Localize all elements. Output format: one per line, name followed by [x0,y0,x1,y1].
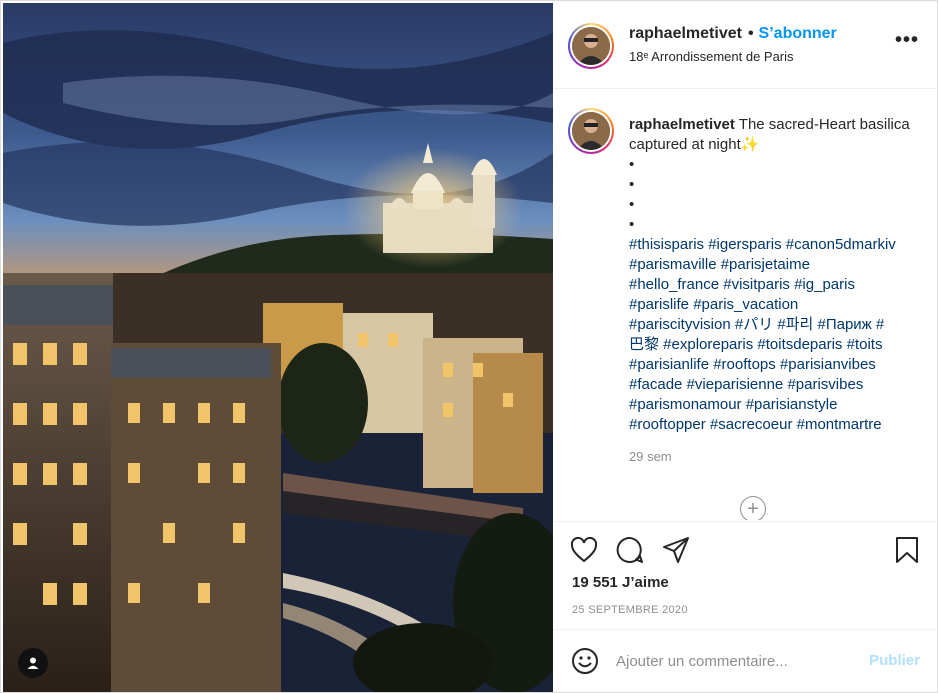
sparkles-emoji: ✨ [740,136,760,153]
sacre-coeur-night-photo [3,3,553,692]
location-link[interactable]: 18ᵉ Arrondissement de Paris [629,49,794,64]
user-line: raphaelmetivet • S’abonner [629,25,837,43]
caption-avatar[interactable] [568,108,614,154]
post-caption: raphaelmetivet The sacred-Heart basilica… [629,115,929,467]
post-actions: 19 551 J’aime 25 SEPTEMBRE 2020 [554,521,937,629]
likes-count[interactable]: 19 551 J’aime [572,574,669,591]
hashtags[interactable]: #thisisparis #igersparis #canon5dmarkiv … [629,235,929,435]
avatar[interactable] [568,23,614,69]
bullet-item: • [629,196,635,213]
post-date[interactable]: 25 SEPTEMBRE 2020 [572,604,688,616]
paper-plane-icon[interactable] [662,536,690,564]
bookmark-icon[interactable] [894,536,920,564]
more-options-icon[interactable]: ••• [895,30,919,50]
comments-section: raphaelmetivet The sacred-Heart basilica… [554,90,937,520]
post-header: raphaelmetivet • S’abonner 18ᵉ Arrondiss… [554,3,937,89]
caption-username-link[interactable]: raphaelmetivet [629,116,735,133]
post-container: raphaelmetivet • S’abonner 18ᵉ Arrondiss… [0,0,938,693]
comment-input[interactable] [616,649,846,673]
bullet-item: • [629,156,635,173]
follow-button[interactable]: S’abonner [759,25,837,43]
post-photo[interactable] [3,3,553,692]
avatar-image [572,27,610,65]
bullet-item: • [629,216,635,233]
post-details-panel: raphaelmetivet • S’abonner 18ᵉ Arrondiss… [554,3,937,692]
smiley-icon[interactable] [571,647,599,675]
caption-avatar-image [572,112,610,150]
bullet-item: • [629,176,635,193]
user-tag-icon[interactable] [18,648,48,678]
caption-timestamp[interactable]: 29 sem [629,447,929,467]
add-comment-bar: Publier [554,629,937,692]
publish-button[interactable]: Publier [869,652,920,669]
comment-icon[interactable] [616,536,644,564]
caption-bullets: • • • • [629,155,929,235]
separator-dot: • [747,25,754,42]
heart-icon[interactable] [570,537,598,563]
username-link[interactable]: raphaelmetivet [629,25,742,43]
plus-circle-icon[interactable]: + [740,496,766,520]
